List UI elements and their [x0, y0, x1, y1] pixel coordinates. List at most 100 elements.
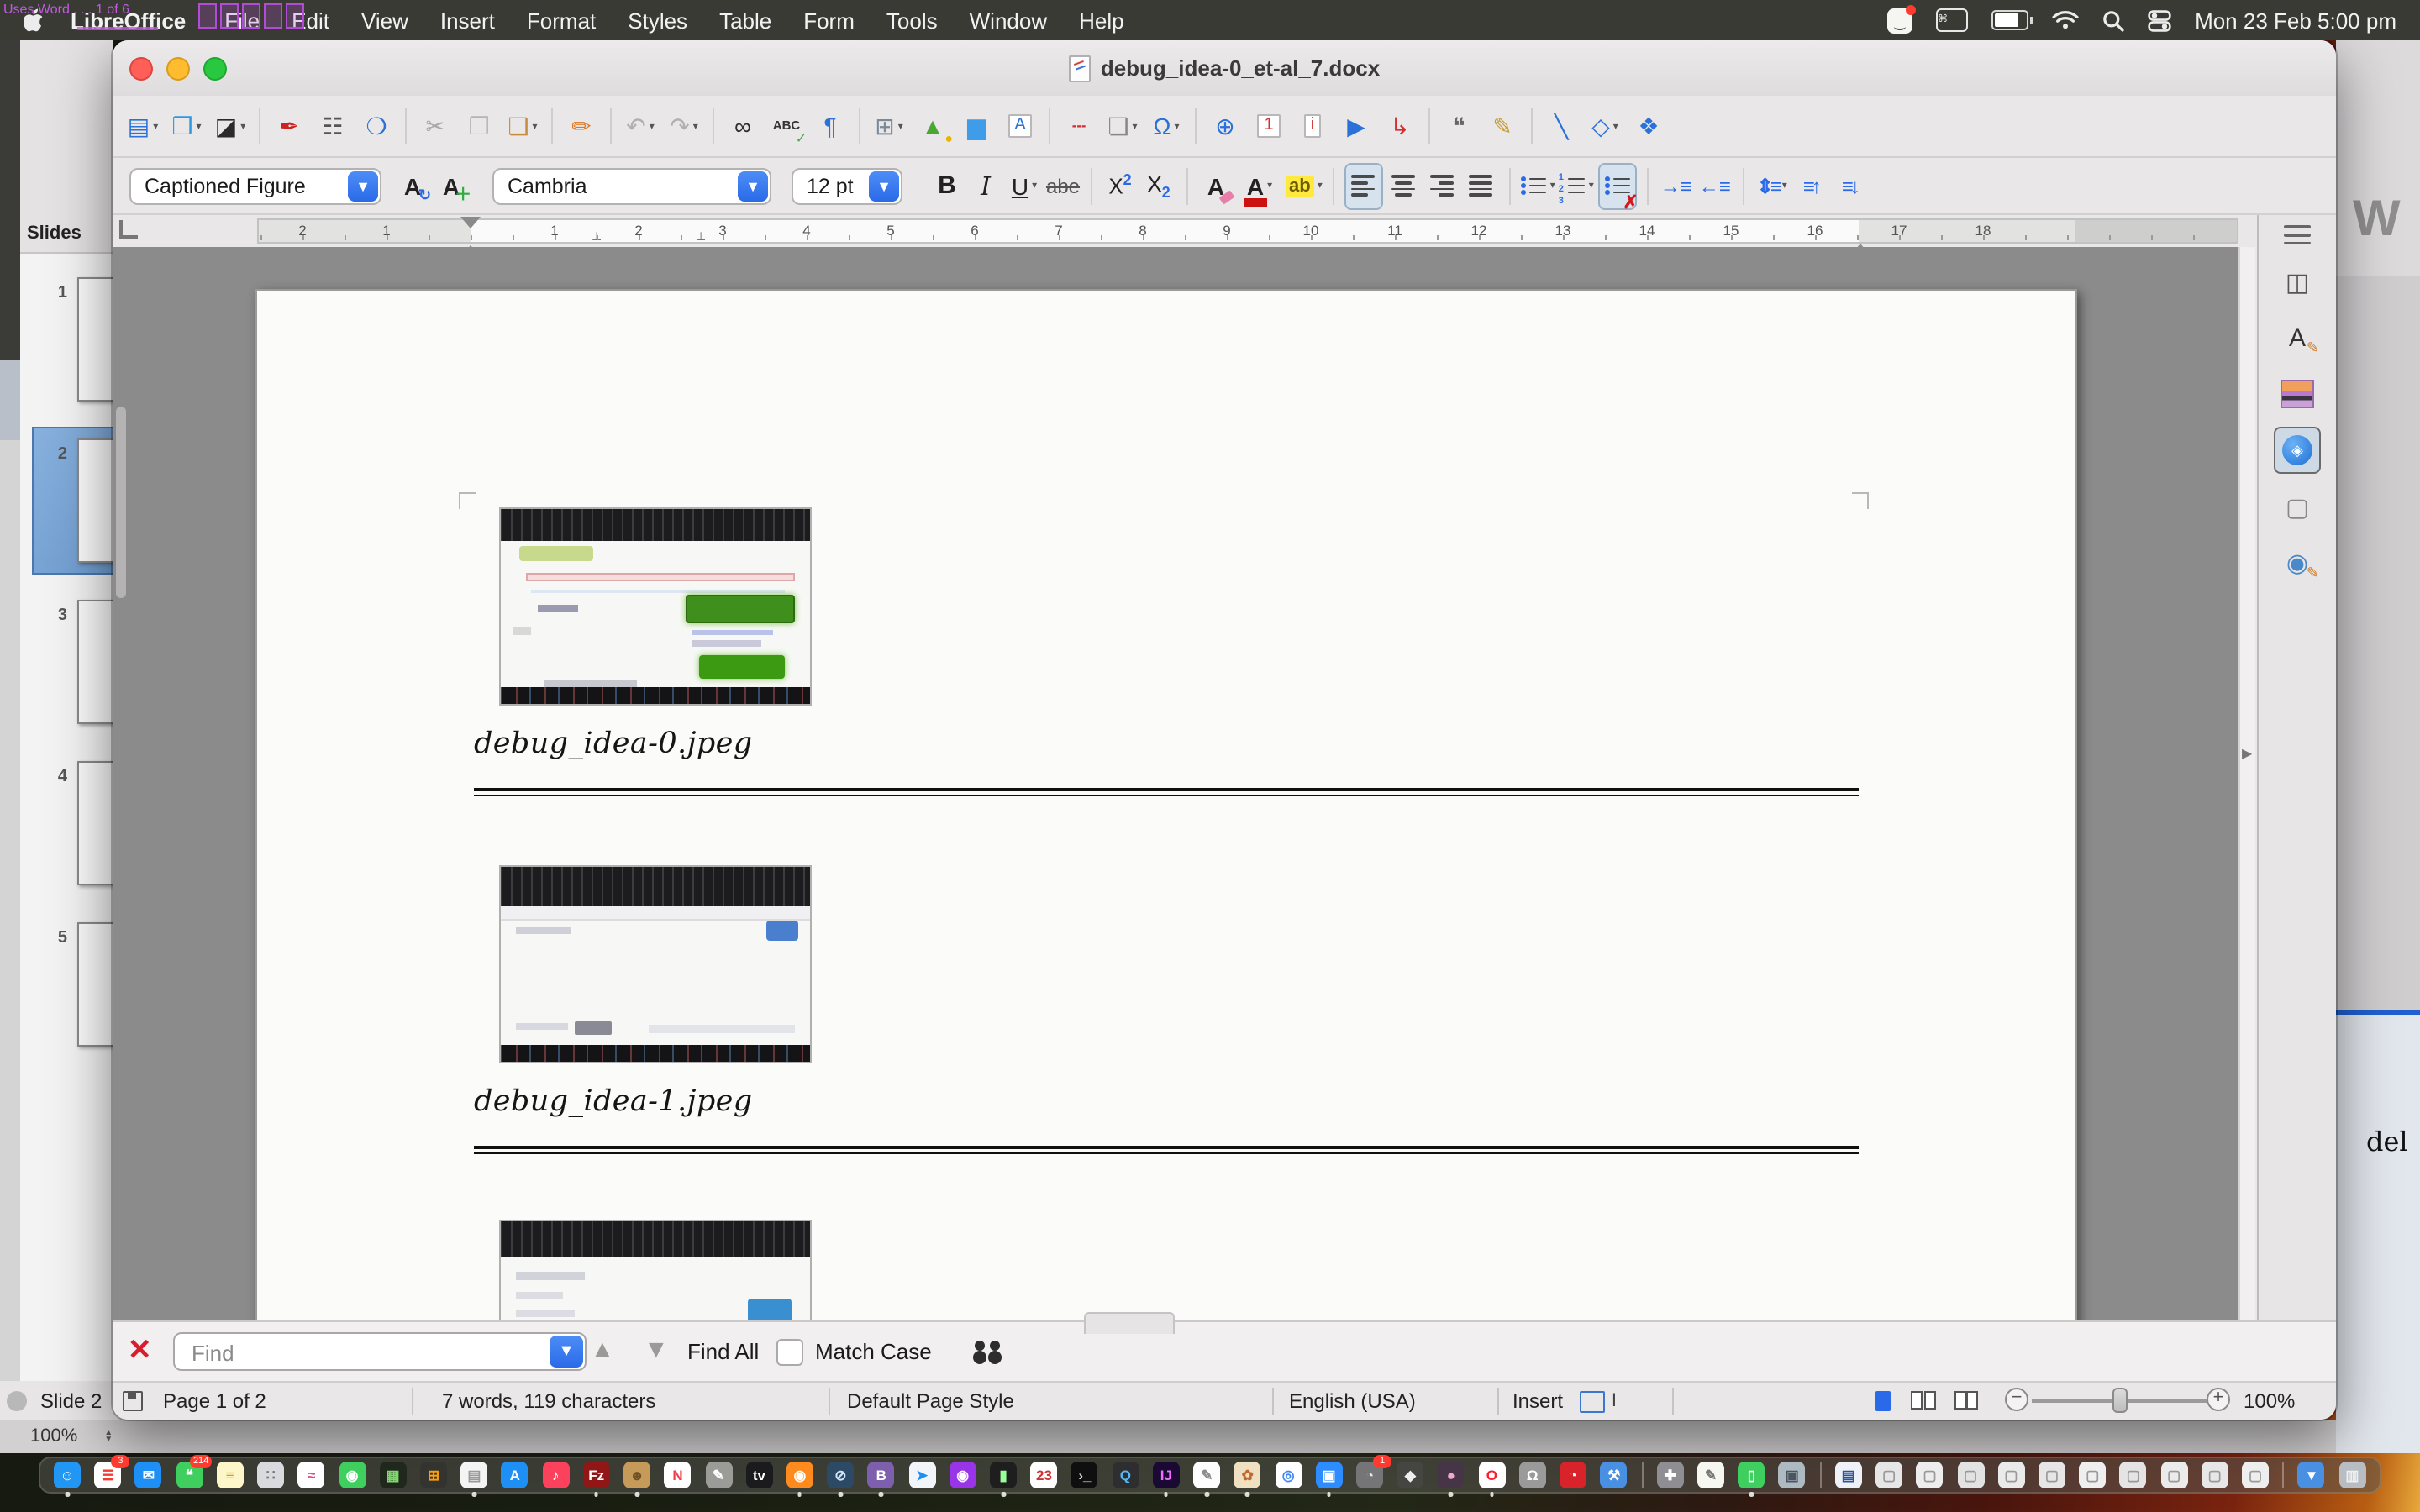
styles-deck-button[interactable]: A✎: [2275, 317, 2319, 360]
justify-button[interactable]: [1464, 164, 1499, 207]
zoom-in-button[interactable]: +: [2207, 1388, 2230, 1411]
embedded-screenshot-image-0[interactable]: [499, 507, 812, 706]
clear-formatting-button[interactable]: A: [1198, 164, 1234, 207]
subscript-button[interactable]: X2: [1141, 164, 1176, 207]
menu-form[interactable]: Form: [803, 8, 855, 33]
dock-notes-app-2[interactable]: ✎: [1697, 1462, 1724, 1488]
find-next-button[interactable]: ▼: [644, 1336, 669, 1364]
menu-help[interactable]: Help: [1079, 8, 1124, 33]
page-style-status[interactable]: Default Page Style: [847, 1389, 1014, 1413]
dock-firefox[interactable]: ◉: [786, 1462, 813, 1488]
chevron-down-icon[interactable]: ▾: [240, 120, 245, 132]
increase-indent-button[interactable]: →≡: [1659, 164, 1694, 207]
dock-contacts[interactable]: ☻: [623, 1462, 650, 1488]
menu-bar-clock[interactable]: Mon 23 Feb 5:00 pm: [2195, 8, 2396, 33]
title-bar[interactable]: debug_idea-0_et-al_7.docx: [113, 40, 2336, 97]
find-previous-button[interactable]: ▲: [590, 1336, 615, 1364]
dock-speedtest[interactable]: ◔: [1560, 1462, 1586, 1488]
menu-format[interactable]: Format: [527, 8, 596, 33]
insert-table-button[interactable]: ⊞▾: [867, 103, 911, 149]
slide-thumbnail-list[interactable]: 12345: [20, 254, 113, 1420]
dock-music[interactable]: ♪: [542, 1462, 569, 1488]
line-spacing-button[interactable]: ⇕≡▾: [1754, 164, 1790, 207]
dock-calculator[interactable]: ⊞: [420, 1462, 447, 1488]
dock-mail[interactable]: ✉: [135, 1462, 162, 1488]
embedded-screenshot-image-1[interactable]: [499, 865, 812, 1063]
update-style-button[interactable]: A↻: [395, 164, 430, 207]
align-right-button[interactable]: [1425, 164, 1460, 207]
dock-settings-utility[interactable]: ◔1: [1356, 1462, 1383, 1488]
dock-minimized-window-2[interactable]: ▢: [1917, 1462, 1944, 1488]
insert-field-button[interactable]: ❏▾: [1101, 103, 1144, 149]
close-window-button[interactable]: [129, 57, 153, 81]
findbar-tab-handle[interactable]: [1084, 1312, 1175, 1334]
copy-button[interactable]: ❐: [457, 103, 501, 149]
document-page[interactable]: debug_idea-0.jpegdebug_idea-1.jpeg: [255, 289, 2077, 1320]
basic-shapes-button[interactable]: ◇▾: [1583, 103, 1627, 149]
insert-footnote-button[interactable]: 1: [1247, 103, 1291, 149]
chevron-down-icon[interactable]: ▾: [197, 120, 202, 132]
dock-app-store[interactable]: A: [502, 1462, 529, 1488]
chevron-down-icon[interactable]: ▾: [650, 120, 655, 132]
spelling-button[interactable]: ABC✓: [765, 103, 808, 149]
dock-moth-app[interactable]: Ω: [1519, 1462, 1546, 1488]
dock-launchpad[interactable]: ∷: [257, 1462, 284, 1488]
dock-news[interactable]: N: [665, 1462, 692, 1488]
superscript-button[interactable]: X2: [1102, 164, 1138, 207]
dock-gimp[interactable]: ✎: [705, 1462, 732, 1488]
zoom-out-button[interactable]: −: [2005, 1388, 2028, 1411]
chevron-down-icon[interactable]: ▼: [348, 171, 378, 201]
dock-green-device-app[interactable]: ▯: [1738, 1462, 1765, 1488]
chevron-down-icon[interactable]: ▾: [1782, 180, 1787, 192]
dock-notes[interactable]: ≡: [217, 1462, 244, 1488]
font-size-combo[interactable]: 12 pt ▼: [792, 167, 902, 204]
strikethrough-button[interactable]: abe: [1045, 164, 1081, 207]
chevron-down-icon[interactable]: ▾: [153, 120, 158, 132]
chevron-down-icon[interactable]: ▾: [693, 120, 698, 132]
print-button[interactable]: ☷: [311, 103, 355, 149]
save-button[interactable]: ◪▾: [208, 103, 252, 149]
slide-page-thumb[interactable]: [77, 600, 113, 724]
decrease-indent-button[interactable]: ←≡: [1697, 164, 1733, 207]
chevron-down-icon[interactable]: ▾: [1032, 180, 1037, 192]
align-left-button[interactable]: [1344, 162, 1383, 209]
dock-facetime[interactable]: ◉: [339, 1462, 366, 1488]
dock-blocked-app[interactable]: ⊘: [827, 1462, 854, 1488]
insert-hyperlink-button[interactable]: ⊕: [1203, 103, 1247, 149]
bullet-list-button[interactable]: ▾: [1521, 164, 1556, 207]
dock-zoom[interactable]: ▣: [1316, 1462, 1343, 1488]
chevron-down-icon[interactable]: ▼: [869, 171, 899, 201]
find-and-replace-button[interactable]: ∞: [721, 103, 765, 149]
open-button[interactable]: ❒▾: [165, 103, 208, 149]
menu-view[interactable]: View: [361, 8, 408, 33]
dock-preview-document[interactable]: ▤: [460, 1462, 487, 1488]
chevron-down-icon[interactable]: ▾: [533, 120, 538, 132]
find-and-replace-icon[interactable]: [973, 1337, 1007, 1364]
dock-terminal[interactable]: ▮: [990, 1462, 1017, 1488]
vertical-scrollbar[interactable]: [2238, 247, 2255, 1320]
dock-downloads-folder[interactable]: ▼: [2298, 1462, 2325, 1488]
insert-image-button[interactable]: ▲●: [911, 103, 955, 149]
menu-tools[interactable]: Tools: [886, 8, 938, 33]
menu-table[interactable]: Table: [719, 8, 771, 33]
slide-thumbnail-5[interactable]: 5: [20, 922, 113, 1063]
slide-thumbnail-4[interactable]: 4: [20, 761, 113, 902]
chevron-down-icon[interactable]: ▾: [1267, 180, 1272, 192]
bold-button[interactable]: B: [929, 164, 965, 207]
chevron-down-icon[interactable]: ▾: [1318, 180, 1323, 192]
dock-chrome[interactable]: ◎: [1275, 1462, 1302, 1488]
dock-docx-file[interactable]: ▤: [1835, 1462, 1862, 1488]
wifi-icon[interactable]: [2052, 10, 2079, 30]
sidebar-menu-icon[interactable]: [2284, 225, 2311, 244]
insert-mode-status[interactable]: Insert: [1512, 1389, 1563, 1413]
dock-minimized-window-1[interactable]: ▢: [1876, 1462, 1902, 1488]
dock-textedit[interactable]: ✎: [1193, 1462, 1220, 1488]
dock-apple-tv[interactable]: tv: [745, 1462, 772, 1488]
horizontal-ruler[interactable]: ⊥ ⊥ 21123456789101112131415161718: [257, 218, 2238, 244]
no-list-button[interactable]: [1598, 162, 1637, 209]
dock-messages[interactable]: ❝214: [176, 1462, 203, 1488]
align-center-button[interactable]: [1386, 164, 1422, 207]
dock-minimized-window-10[interactable]: ▢: [2242, 1462, 2269, 1488]
highlight-color-button[interactable]: ab▾: [1286, 164, 1323, 207]
slide-page-thumb[interactable]: [77, 438, 113, 563]
